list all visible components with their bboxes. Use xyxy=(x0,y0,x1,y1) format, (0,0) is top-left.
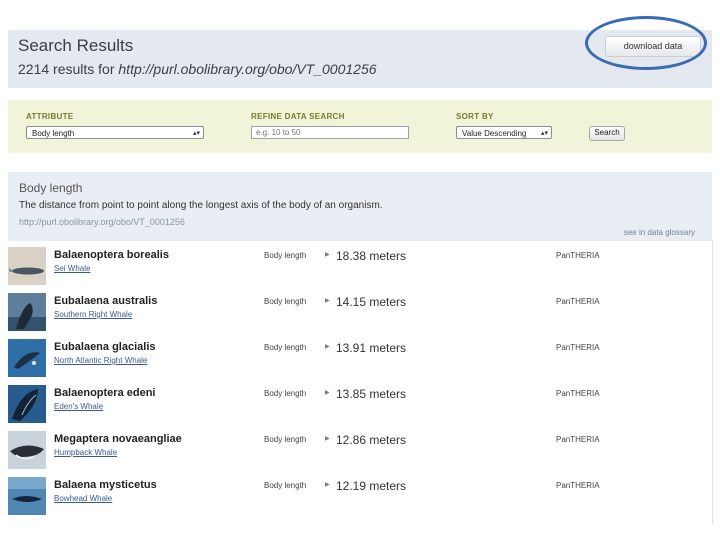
definition-title: Body length xyxy=(19,181,83,195)
result-row: Eubalaena glacialis North Atlantic Right… xyxy=(8,333,712,379)
results-count: 2214 results for xyxy=(18,61,115,77)
attribute-select-value: Body length xyxy=(32,129,75,138)
whale-thumbnail[interactable] xyxy=(8,385,46,423)
whale-thumbnail[interactable] xyxy=(8,431,46,469)
page-title: Search Results xyxy=(18,36,134,55)
common-name-link[interactable]: Southern Right Whale xyxy=(54,310,132,319)
measurement-value: 14.15 meters xyxy=(336,295,407,309)
highlight-oval xyxy=(585,16,707,70)
common-name-link[interactable]: Sei Whale xyxy=(54,264,90,273)
attribute-link[interactable]: Body length xyxy=(264,251,306,260)
scientific-name[interactable]: Megaptera novaeangliae xyxy=(54,433,182,445)
data-source-link[interactable]: PanTHERIA xyxy=(556,343,600,352)
select-arrows-icon: ▴▾ xyxy=(192,130,200,137)
data-source-link[interactable]: PanTHERIA xyxy=(556,389,600,398)
attribute-link[interactable]: Body length xyxy=(264,343,306,352)
definition-text: The distance from point to point along t… xyxy=(19,200,383,211)
expand-triangle-icon[interactable]: ▶ xyxy=(325,435,330,442)
sort-select-value: Value Descending xyxy=(462,129,527,138)
result-row: Eubalaena australis Southern Right Whale… xyxy=(8,287,712,333)
data-source-link[interactable]: PanTHERIA xyxy=(556,435,600,444)
expand-triangle-icon[interactable]: ▶ xyxy=(325,251,330,258)
common-name-link[interactable]: Bowhead Whale xyxy=(54,494,112,503)
result-row: Megaptera novaeangliae Humpback Whale Bo… xyxy=(8,425,712,471)
measurement-value: 13.85 meters xyxy=(336,387,407,401)
whale-thumbnail[interactable] xyxy=(8,247,46,285)
refine-search-input[interactable] xyxy=(251,126,409,139)
whale-thumbnail[interactable] xyxy=(8,293,46,331)
filter-bar: ATTRIBUTE Body length ▴▾ REFINE DATA SEA… xyxy=(8,100,712,153)
measurement-value: 13.91 meters xyxy=(336,341,407,355)
data-source-link[interactable]: PanTHERIA xyxy=(556,251,600,260)
common-name-link[interactable]: North Atlantic Right Whale xyxy=(54,356,147,365)
sort-select[interactable]: Value Descending ▴▾ xyxy=(456,126,552,139)
glossary-link[interactable]: see in data glossary xyxy=(624,228,695,237)
expand-triangle-icon[interactable]: ▶ xyxy=(325,297,330,304)
result-row: Balaena mysticetus Bowhead Whale Body le… xyxy=(8,471,712,517)
attribute-link[interactable]: Body length xyxy=(264,435,306,444)
whale-thumbnail[interactable] xyxy=(8,477,46,515)
measurement-value: 12.19 meters xyxy=(336,479,407,493)
results-summary: 2214 results for http://purl.obolibrary.… xyxy=(18,61,377,77)
scientific-name[interactable]: Balaena mysticetus xyxy=(54,479,157,491)
scientific-name[interactable]: Balaenoptera edeni xyxy=(54,387,155,399)
common-name-link[interactable]: Eden's Whale xyxy=(54,402,103,411)
scientific-name[interactable]: Eubalaena glacialis xyxy=(54,341,156,353)
measurement-value: 18.38 meters xyxy=(336,249,407,263)
refine-label: REFINE DATA SEARCH xyxy=(251,112,345,121)
attribute-link[interactable]: Body length xyxy=(264,297,306,306)
measurement-value: 12.86 meters xyxy=(336,433,407,447)
select-arrows-icon: ▴▾ xyxy=(540,130,548,137)
result-row: Balaenoptera edeni Eden's Whale Body len… xyxy=(8,379,712,425)
attribute-select[interactable]: Body length ▴▾ xyxy=(26,126,204,139)
attribute-link[interactable]: Body length xyxy=(264,389,306,398)
search-button[interactable]: Search xyxy=(589,126,625,141)
expand-triangle-icon[interactable]: ▶ xyxy=(325,481,330,488)
expand-triangle-icon[interactable]: ▶ xyxy=(325,389,330,396)
whale-thumbnail[interactable] xyxy=(8,339,46,377)
data-source-link[interactable]: PanTHERIA xyxy=(556,297,600,306)
query-uri: http://purl.obolibrary.org/obo/VT_000125… xyxy=(118,61,377,77)
attribute-label: ATTRIBUTE xyxy=(26,112,74,121)
result-row: Balaenoptera borealis Sei Whale Body len… xyxy=(8,241,712,287)
attribute-definition: Body length The distance from point to p… xyxy=(8,172,712,241)
data-source-link[interactable]: PanTHERIA xyxy=(556,481,600,490)
expand-triangle-icon[interactable]: ▶ xyxy=(325,343,330,350)
sort-label: SORT BY xyxy=(456,112,494,121)
scientific-name[interactable]: Balaenoptera borealis xyxy=(54,249,169,261)
common-name-link[interactable]: Humpback Whale xyxy=(54,448,117,457)
results-list: Balaenoptera borealis Sei Whale Body len… xyxy=(8,241,713,524)
definition-uri: http://purl.obolibrary.org/obo/VT_000125… xyxy=(19,217,185,227)
attribute-link[interactable]: Body length xyxy=(264,481,306,490)
scientific-name[interactable]: Eubalaena australis xyxy=(54,295,157,307)
